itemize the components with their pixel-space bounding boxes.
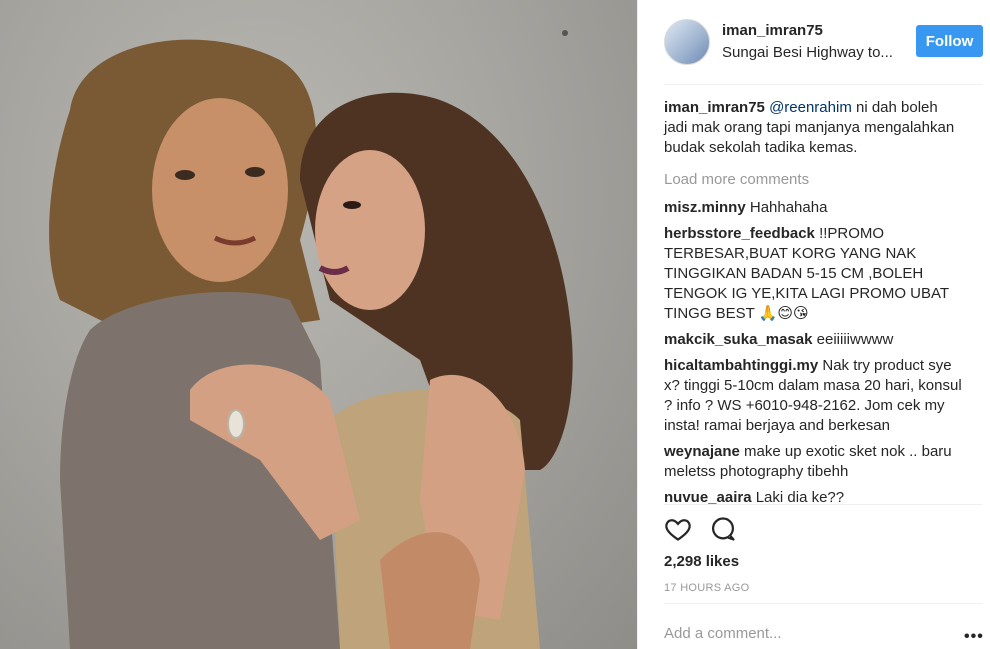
comment-username[interactable]: misz.minny	[664, 199, 746, 216]
owner-avatar[interactable]	[664, 19, 710, 65]
post-location[interactable]: Sungai Besi Highway to...	[722, 44, 893, 61]
likes-count[interactable]: 2,298 likes	[664, 553, 739, 570]
caption-mention[interactable]: @reenrahim	[769, 99, 852, 116]
comment-username[interactable]: makcik_suka_masak	[664, 331, 812, 348]
load-more-comments-link[interactable]: Load more comments	[664, 170, 964, 190]
comment-text: Hahhahaha	[745, 199, 828, 216]
comment-text: eeiiiiiwwww	[812, 331, 894, 348]
caption-username[interactable]: iman_imran75	[664, 99, 765, 116]
comment-item: makcik_suka_masak eeiiiiiwwww	[664, 330, 964, 350]
actions-divider	[664, 504, 982, 505]
comments-section: iman_imran75 @reenrahim ni dah boleh jad…	[664, 98, 964, 514]
post-header: iman_imran75 Sungai Besi Highway to... F…	[638, 0, 990, 84]
post-photo[interactable]	[0, 0, 637, 649]
header-divider	[664, 84, 982, 85]
comment-item: hicaltambahtinggi.my Nak try product sye…	[664, 356, 964, 436]
comment-item: herbsstore_feedback !!PROMO TERBESAR,BUA…	[664, 224, 964, 324]
comment-item: nuvue_aaira Laki dia ke??	[664, 488, 964, 508]
comment-username[interactable]: hicaltambahtinggi.my	[664, 357, 818, 374]
comment-username[interactable]: weynajane	[664, 443, 740, 460]
add-comment-input[interactable]: Add a comment...	[664, 625, 782, 642]
owner-username[interactable]: iman_imran75	[722, 22, 823, 39]
post-photo-illustration	[49, 30, 573, 649]
post-details-panel: iman_imran75 Sungai Besi Highway to... F…	[637, 0, 990, 649]
more-options-icon[interactable]: •••	[964, 628, 984, 646]
post-timestamp[interactable]: 17 HOURS AGO	[664, 582, 750, 594]
post-actions	[664, 515, 982, 545]
comment-item: misz.minny Hahhahaha	[664, 198, 964, 218]
caption: iman_imran75 @reenrahim ni dah boleh jad…	[664, 98, 964, 158]
comment-item: weynajane make up exotic sket nok .. bar…	[664, 442, 964, 482]
comment-bubble-icon[interactable]	[709, 515, 737, 543]
comment-username[interactable]: herbsstore_feedback	[664, 225, 815, 242]
heart-icon[interactable]	[664, 515, 692, 543]
comment-input-divider	[664, 603, 982, 604]
follow-button[interactable]: Follow	[916, 25, 983, 57]
